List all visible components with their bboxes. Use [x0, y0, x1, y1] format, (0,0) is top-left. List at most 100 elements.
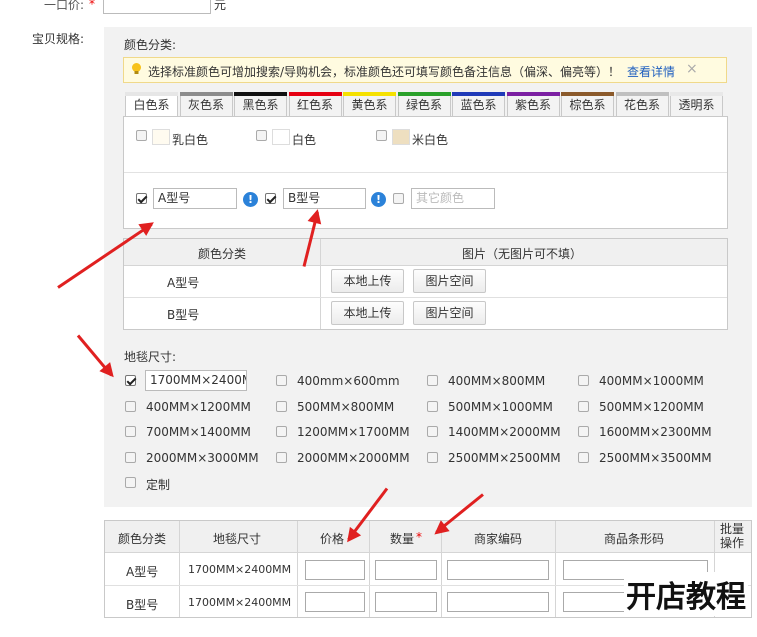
quantity-input[interactable]	[375, 592, 437, 612]
size-label: 500MM×800MM	[297, 399, 395, 414]
size-checkbox[interactable]	[578, 426, 589, 437]
info-icon[interactable]: !	[371, 192, 386, 207]
size-label: 1400MM×2000MM	[448, 425, 561, 439]
size-input[interactable]: 1700MM×2400MM	[145, 370, 247, 391]
size-checkbox[interactable]	[276, 451, 287, 463]
divider	[369, 521, 370, 617]
price-input[interactable]	[305, 560, 365, 580]
tab-9[interactable]: 花色系	[615, 92, 669, 116]
size-checkbox[interactable]	[276, 426, 287, 437]
tab-label: 透明系	[678, 98, 715, 112]
tab-label: 紫色系	[514, 98, 551, 112]
tab-label: 棕色系	[569, 98, 606, 112]
tip-text: 选择标准颜色可增加搜索/导购机会，标准颜色还可填写颜色备注信息（偏深、偏亮等）！	[148, 65, 621, 79]
size-checkbox[interactable]	[125, 477, 136, 488]
close-icon[interactable]: ×	[686, 61, 698, 77]
tab-label: 黑色系	[242, 98, 279, 112]
quantity-input[interactable]	[375, 560, 437, 580]
swatch-checkbox[interactable]	[376, 130, 387, 141]
price-label: 一口价:	[44, 0, 85, 12]
tab-4[interactable]: 黄色系	[343, 92, 396, 116]
size-label: 400MM×1000MM	[599, 374, 704, 388]
color-swatch	[392, 129, 410, 145]
size-label: 2000MM×2000MM	[297, 450, 410, 465]
tip-link[interactable]: 查看详情	[627, 63, 675, 80]
tab-label: 绿色系	[405, 98, 442, 112]
price-unit: 元	[214, 0, 227, 12]
size-label: 2500MM×2500MM	[448, 450, 561, 465]
tab-color-bar	[670, 92, 723, 96]
price-input[interactable]	[305, 592, 365, 612]
color-other-input[interactable]: 其它颜色	[411, 188, 495, 209]
color-b-checkbox[interactable]	[265, 193, 276, 204]
merchant-code-input[interactable]	[447, 560, 549, 580]
divider	[297, 521, 298, 617]
tab-color-bar	[506, 92, 560, 96]
required-mark: *	[416, 530, 422, 544]
tab-2[interactable]: 黑色系	[234, 92, 287, 116]
tab-color-bar	[288, 92, 342, 96]
size-checkbox[interactable]	[125, 400, 136, 412]
tab-0[interactable]: 白色系	[125, 92, 178, 117]
sku-row-b-color: B型号	[126, 598, 159, 612]
swatch-label: 米白色	[412, 133, 449, 147]
sku-header-quantity: 数量	[390, 532, 415, 546]
size-label: 定制	[146, 478, 171, 492]
color-a-input[interactable]: A型号	[153, 188, 237, 209]
color-a-checkbox[interactable]	[136, 193, 147, 204]
size-label: 1600MM×2300MM	[599, 425, 712, 439]
color-swatch	[272, 129, 290, 145]
size-label: 400MM×1200MM	[146, 399, 251, 414]
divider	[179, 521, 180, 617]
tab-8[interactable]: 棕色系	[561, 92, 614, 116]
tab-3[interactable]: 红色系	[288, 92, 342, 116]
tab-1[interactable]: 灰色系	[179, 92, 233, 116]
image-row-a-name: A型号	[167, 276, 200, 290]
size-checkbox[interactable]	[125, 375, 136, 386]
size-checkbox[interactable]	[578, 400, 589, 412]
info-icon[interactable]: !	[243, 192, 258, 207]
tab-label: 红色系	[296, 98, 333, 112]
image-table-header-color: 颜色分类	[198, 247, 247, 261]
color-b-input[interactable]: B型号	[283, 188, 366, 209]
size-label: 500MM×1200MM	[599, 399, 704, 414]
tab-7[interactable]: 紫色系	[506, 92, 560, 116]
local-upload-button[interactable]: 本地上传	[331, 301, 404, 325]
sku-header-size: 地毯尺寸	[213, 532, 262, 546]
tab-color-bar	[615, 92, 669, 96]
swatch-checkbox[interactable]	[136, 130, 147, 141]
size-checkbox[interactable]	[427, 400, 438, 412]
size-checkbox[interactable]	[276, 400, 287, 412]
swatch-checkbox[interactable]	[256, 130, 267, 141]
divider	[555, 521, 556, 617]
tab-10[interactable]: 透明系	[670, 92, 723, 116]
size-checkbox[interactable]	[427, 451, 438, 463]
required-mark: *	[89, 0, 95, 11]
tab-color-bar	[234, 92, 287, 96]
tab-label: 花色系	[623, 98, 660, 112]
price-input[interactable]	[103, 0, 211, 14]
size-checkbox[interactable]	[125, 426, 136, 437]
size-checkbox[interactable]	[578, 451, 589, 463]
image-space-button[interactable]: 图片空间	[413, 269, 486, 293]
size-checkbox[interactable]	[427, 426, 438, 437]
size-checkbox[interactable]	[427, 375, 438, 386]
tab-color-bar	[397, 92, 451, 96]
size-checkbox[interactable]	[578, 375, 589, 386]
size-label: 2500MM×3500MM	[599, 450, 712, 465]
divider	[124, 297, 727, 298]
merchant-code-input[interactable]	[447, 592, 549, 612]
color-section-label: 颜色分类:	[124, 38, 177, 52]
swatch-label: 乳白色	[172, 133, 209, 147]
tab-label: 黄色系	[351, 98, 388, 112]
size-checkbox[interactable]	[276, 375, 287, 386]
color-other-checkbox[interactable]	[393, 193, 404, 204]
local-upload-button[interactable]: 本地上传	[331, 269, 404, 293]
tab-6[interactable]: 蓝色系	[452, 92, 505, 116]
tab-5[interactable]: 绿色系	[397, 92, 451, 116]
tab-color-bar	[179, 92, 233, 96]
spec-label: 宝贝规格:	[32, 32, 85, 46]
size-checkbox[interactable]	[125, 451, 136, 463]
sku-row-a-color: A型号	[126, 565, 159, 579]
image-space-button[interactable]: 图片空间	[413, 301, 486, 325]
